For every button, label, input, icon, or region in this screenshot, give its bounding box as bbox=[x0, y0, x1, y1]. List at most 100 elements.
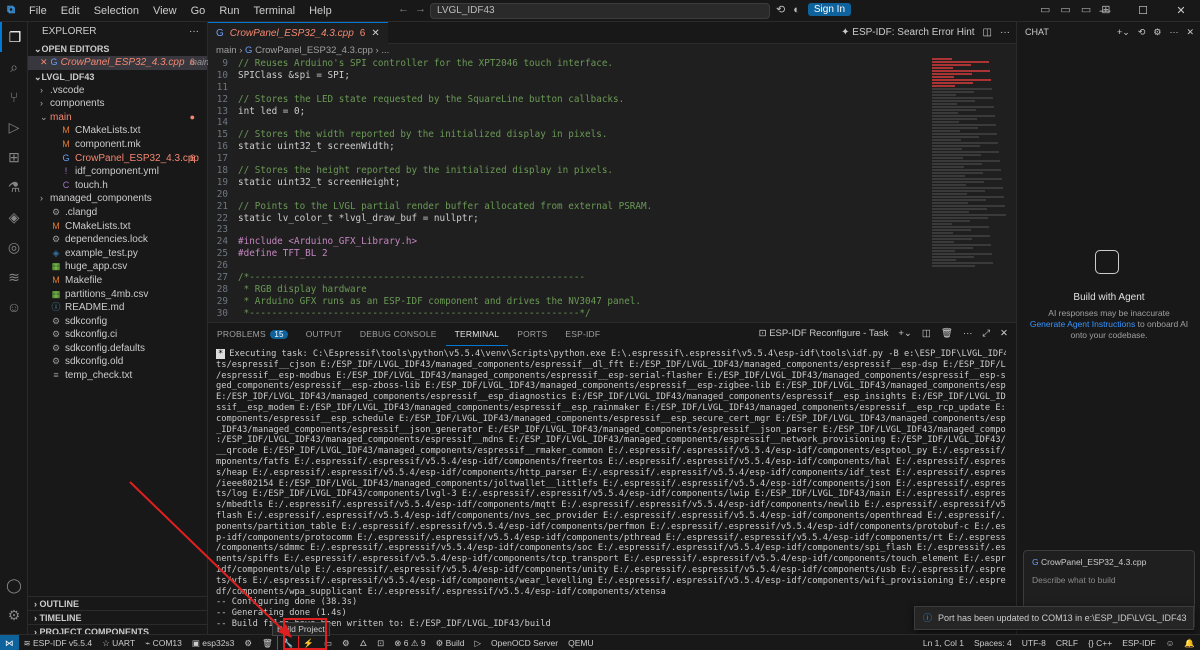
tab-esp-idf[interactable]: ESP-IDF bbox=[556, 323, 609, 345]
menu-run[interactable]: Run bbox=[212, 0, 246, 22]
tab-terminal[interactable]: TERMINAL bbox=[445, 323, 509, 346]
openocd-status[interactable]: OpenOCD Server bbox=[486, 635, 563, 650]
file-tree-item[interactable]: ⚙ sdkconfig.old bbox=[28, 355, 207, 369]
file-tree-item[interactable]: ◈ example_test.py bbox=[28, 247, 207, 261]
file-tree-item[interactable]: › .vscode bbox=[28, 84, 207, 98]
file-tree-item[interactable]: M CMakeLists.txt bbox=[28, 124, 207, 138]
code-line[interactable]: 13 int led = 0; bbox=[208, 106, 928, 118]
timeline-section[interactable]: › TIMELINE bbox=[28, 610, 208, 624]
terminal-output[interactable]: * Executing task: C:\Espressif\tools\pyth… bbox=[216, 349, 1006, 631]
close-icon[interactable]: ✕ bbox=[1162, 0, 1200, 22]
full-clean-trash-icon[interactable]: 🗑 bbox=[257, 635, 278, 650]
editor-tab[interactable]: G CrowPanel_ESP32_4.3.cpp 6 ✕ bbox=[208, 21, 388, 44]
split-terminal-icon[interactable]: ◫ bbox=[922, 323, 931, 345]
code-line[interactable]: 22 static lv_color_t *lvgl_draw_buf = nul… bbox=[208, 213, 928, 225]
code-line[interactable]: 23 bbox=[208, 224, 928, 236]
menu-terminal[interactable]: Terminal bbox=[247, 0, 303, 22]
espressif-icon[interactable]: ≋ bbox=[0, 262, 28, 292]
code-view[interactable]: 9 // Reuses Arduino's SPI controller for … bbox=[208, 58, 928, 322]
file-tree-item[interactable]: G CrowPanel_ESP32_4.3.cpp 6 bbox=[28, 152, 207, 166]
menu-view[interactable]: View bbox=[146, 0, 184, 22]
file-tree-item[interactable]: M CMakeLists.txt bbox=[28, 220, 207, 234]
menu-go[interactable]: Go bbox=[184, 0, 213, 22]
new-terminal-icon[interactable]: +⌄ bbox=[898, 323, 912, 345]
file-tree-item[interactable]: ▦ huge_app.csv bbox=[28, 260, 207, 274]
code-line[interactable]: 25 #define TFT_BL 2 bbox=[208, 248, 928, 260]
copilot-icon[interactable]: ☺ bbox=[0, 292, 28, 322]
open-editor-item[interactable]: ✕ G CrowPanel_ESP32_4.3.cpp main 6 bbox=[28, 56, 209, 70]
qemu-status[interactable]: QEMU bbox=[563, 635, 599, 650]
close-icon[interactable]: ✕ bbox=[1000, 323, 1008, 345]
file-tree-item[interactable]: ! idf_component.yml bbox=[28, 165, 207, 179]
file-tree-item[interactable]: ⚙ .clangd bbox=[28, 206, 207, 220]
status-target[interactable]: ▣ esp32s3 bbox=[187, 635, 240, 650]
file-tree-item[interactable]: ⓘ README.md bbox=[28, 301, 207, 315]
status-port[interactable]: ⌁ COM13 bbox=[140, 635, 187, 650]
code-line[interactable]: 27 /*------------------------------------… bbox=[208, 272, 928, 284]
split-editor-icon[interactable]: ◫ bbox=[983, 22, 992, 44]
debug-icon[interactable]: ⚙ bbox=[337, 635, 355, 650]
code-line[interactable]: 15 // Stores the width reported by the in… bbox=[208, 129, 928, 141]
close-icon[interactable]: ✕ bbox=[40, 56, 48, 70]
file-tree-item[interactable]: ⚙ dependencies.lock bbox=[28, 233, 207, 247]
esp-idf-status[interactable]: ESP-IDF bbox=[1117, 635, 1161, 650]
menu-edit[interactable]: Edit bbox=[54, 0, 87, 22]
sdkconfig-gear-icon[interactable]: ⚙ bbox=[239, 635, 257, 650]
notification-toast[interactable]: ⓘ Port has been updated to COM13 in e:\ES… bbox=[914, 606, 1194, 630]
terminal-icon[interactable]: ⊡ bbox=[372, 635, 389, 650]
testing-icon[interactable]: ⚗ bbox=[0, 172, 28, 202]
menu-file[interactable]: File bbox=[22, 0, 54, 22]
copilot-icon[interactable]: ⟲ bbox=[776, 3, 785, 16]
forward-arrow-icon[interactable]: → bbox=[415, 3, 426, 15]
remote-icon[interactable]: ⋈ bbox=[0, 634, 19, 650]
copilot-status-icon[interactable]: ☺ bbox=[1161, 635, 1180, 650]
remote-explorer-icon[interactable]: ◎ bbox=[0, 232, 28, 262]
code-line[interactable]: 20 bbox=[208, 189, 928, 201]
trash-icon[interactable]: 🗑 bbox=[941, 323, 953, 345]
code-line[interactable]: 30 *------------------------------------… bbox=[208, 308, 928, 320]
tab-problems[interactable]: PROBLEMS 15 bbox=[208, 323, 297, 346]
toggle-panel-icon[interactable]: ▭ bbox=[1060, 3, 1070, 16]
code-line[interactable]: 10 SPIClass &spi = SPI; bbox=[208, 70, 928, 82]
generate-instructions-link[interactable]: Generate Agent Instructions bbox=[1030, 319, 1135, 329]
terminal-task-selector[interactable]: ⊡ ESP-IDF Reconfigure - Task bbox=[759, 323, 889, 345]
outline-section[interactable]: › OUTLINE bbox=[28, 596, 208, 610]
cursor-position[interactable]: Ln 1, Col 1 bbox=[918, 635, 969, 650]
sign-in-button[interactable]: Sign In bbox=[807, 3, 852, 16]
code-line[interactable]: 16 static uint32_t screenWidth; bbox=[208, 141, 928, 153]
code-line[interactable]: 28 * RGB display hardware bbox=[208, 284, 928, 296]
code-line[interactable]: 21 // Points to the LVGL partial render b… bbox=[208, 201, 928, 213]
manage-gear-icon[interactable]: ⚙ bbox=[0, 600, 28, 630]
run-debug-icon[interactable]: ▷ bbox=[0, 112, 28, 142]
back-arrow-icon[interactable]: ← bbox=[398, 3, 409, 15]
file-tree-item[interactable]: M Makefile bbox=[28, 274, 207, 288]
history-icon[interactable]: ⟲ bbox=[1138, 22, 1146, 42]
code-line[interactable]: 24 #include <Arduino_GFX_Library.h> bbox=[208, 236, 928, 248]
problems-status[interactable]: ⊗ 6 ⚠ 9 bbox=[389, 635, 430, 650]
code-line[interactable]: 17 bbox=[208, 153, 928, 165]
account-icon[interactable]: ◯ bbox=[0, 570, 28, 600]
source-control-icon[interactable]: ⑂ bbox=[0, 82, 28, 112]
file-tree-item[interactable]: ≡ temp_check.txt bbox=[28, 369, 207, 383]
tab-ports[interactable]: PORTS bbox=[508, 323, 556, 345]
line-endings[interactable]: CRLF bbox=[1051, 635, 1083, 650]
more-actions-icon[interactable]: ··· bbox=[1169, 22, 1178, 42]
menu-selection[interactable]: Selection bbox=[87, 0, 146, 22]
esp-idf-search-error-hint[interactable]: ✦ ESP-IDF: Search Error Hint bbox=[841, 22, 974, 44]
file-tree-item[interactable]: › managed_components bbox=[28, 192, 207, 206]
file-tree-item[interactable]: ⚙ sdkconfig bbox=[28, 315, 207, 329]
file-tree-item[interactable]: ⚙ sdkconfig.ci bbox=[28, 328, 207, 342]
search-icon[interactable]: ⌕ bbox=[0, 52, 28, 82]
context-chip[interactable]: G CrowPanel_ESP32_4.3.cpp bbox=[1024, 551, 1194, 569]
menu-help[interactable]: Help bbox=[302, 0, 339, 22]
tab-debug-console[interactable]: DEBUG CONSOLE bbox=[351, 323, 446, 345]
code-line[interactable]: 26 bbox=[208, 260, 928, 272]
toggle-sidebar-icon[interactable]: ▭ bbox=[1040, 3, 1050, 16]
code-line[interactable]: 29 * Arduino GFX runs as an ESP-IDF comp… bbox=[208, 296, 928, 308]
file-tree-item[interactable]: Mcomponent.mk bbox=[28, 138, 207, 152]
close-icon[interactable]: ✕ bbox=[1186, 22, 1194, 42]
language-mode[interactable]: {} C++ bbox=[1083, 635, 1117, 650]
maximize-icon[interactable]: ☐ bbox=[1124, 0, 1162, 22]
file-tree-item[interactable]: ⌄ main ● bbox=[28, 111, 207, 125]
open-editors-section[interactable]: ⌄OPEN EDITORS bbox=[28, 42, 207, 56]
